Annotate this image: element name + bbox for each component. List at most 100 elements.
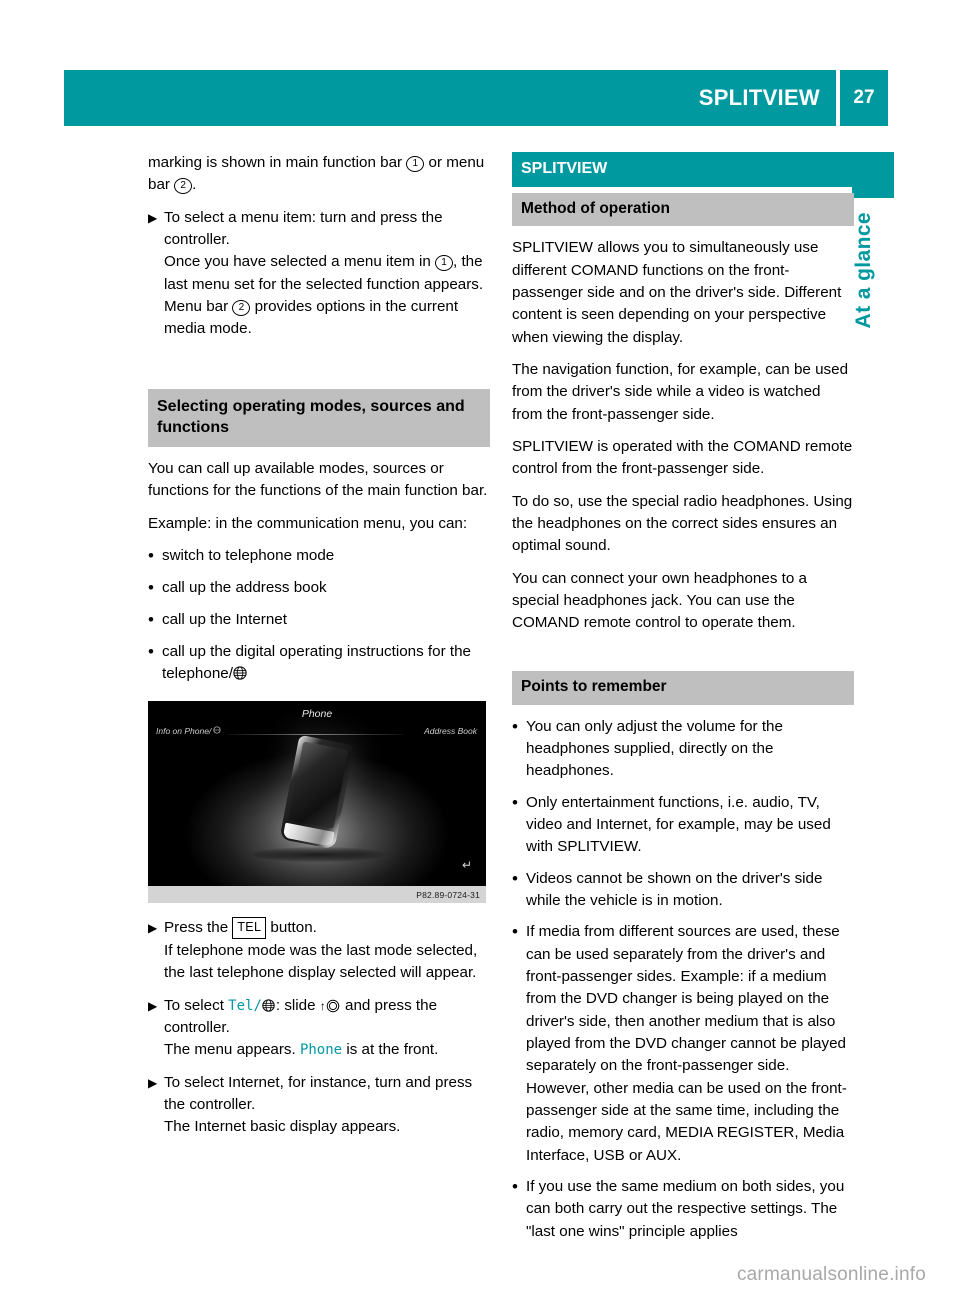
- step-item: ▶ To select a menu item: turn and press …: [148, 207, 490, 341]
- callout-marker-1: 1: [406, 156, 425, 172]
- figure-left-label: Info on Phone/: [156, 725, 221, 737]
- page-number: 27: [853, 87, 875, 108]
- figure-phone-screen: [288, 741, 349, 830]
- step-body: Press the TEL button. If telephone mode …: [164, 917, 490, 984]
- controller-ring-icon: [326, 998, 341, 1013]
- step-text-mid: : slide: [275, 996, 320, 1014]
- list-item: • If media from different sources are us…: [512, 921, 854, 1167]
- list-item: • call up the digital operating instruct…: [148, 641, 490, 686]
- step-text: Press the TEL button.: [164, 917, 490, 939]
- list-item-label: Only entertainment functions, i.e. audio…: [526, 793, 831, 856]
- left-text-column: marking is shown in main function bar 1 …: [148, 152, 490, 1149]
- list-item-label: If media from different sources are used…: [526, 923, 847, 1164]
- list-item-label: You can only adjust the volume for the h…: [526, 717, 783, 780]
- phone-menu-token: Phone: [299, 1042, 343, 1059]
- page-header: SPLITVIEW 27: [64, 70, 888, 126]
- callout-marker-1: 1: [435, 255, 453, 272]
- side-tab-label: At a glance: [852, 212, 875, 329]
- section-side-tab: At a glance: [852, 152, 894, 328]
- list-item: • Only entertainment functions, i.e. aud…: [512, 792, 854, 859]
- bullet-dot-icon: •: [148, 609, 154, 629]
- substep2-before: Menu bar: [164, 298, 233, 316]
- intro-text-before: marking is shown in main function bar: [148, 154, 407, 171]
- step-text-before: To select: [164, 996, 229, 1014]
- section-heading-selecting-modes: Selecting operating modes, sources and f…: [148, 388, 490, 447]
- section-heading-method-of-operation: Method of operation: [512, 192, 854, 227]
- figure-phone-device: [279, 735, 355, 850]
- step-subtext: If telephone mode was the last mode sele…: [164, 941, 478, 982]
- step-item: ▶ To select Tel/: slide ↑ and press the …: [148, 995, 490, 1062]
- figure-phone-display: Phone Info on Phone/ Address Book ↵ P82.…: [148, 701, 486, 904]
- step-arrow-icon: ▶: [148, 998, 158, 1013]
- globe-icon: [262, 997, 276, 1012]
- list-item-label: switch to telephone mode: [162, 546, 335, 564]
- globe-icon: [213, 725, 221, 737]
- site-watermark: carmanualsonline.info: [736, 1264, 926, 1285]
- tel-button-keycap[interactable]: TEL: [232, 917, 267, 939]
- method-paragraph: SPLITVIEW is operated with the COMAND re…: [512, 438, 853, 478]
- figure-caption-bar: P82.89-0724-31: [148, 886, 486, 904]
- substep-after: is at the front.: [342, 1041, 439, 1059]
- method-paragraph: SPLITVIEW allows you to simultaneously u…: [512, 239, 842, 346]
- bullet-dot-icon: •: [512, 922, 518, 942]
- list-item: • Videos cannot be shown on the driver's…: [512, 868, 854, 913]
- list-item: • You can only adjust the volume for the…: [512, 716, 854, 783]
- step-body: To select a menu item: turn and press th…: [164, 207, 490, 341]
- step-body: To select Tel/: slide ↑ and press the co…: [164, 995, 490, 1062]
- list-item-label: Videos cannot be shown on the driver's s…: [526, 869, 823, 909]
- figure-left-label-text: Info on Phone/: [156, 726, 212, 737]
- list-item-label: call up the digital operating instructio…: [162, 642, 471, 683]
- bullet-dot-icon: •: [512, 716, 518, 736]
- step-arrow-icon: ▶: [148, 210, 158, 225]
- step-text-before: Press the: [164, 919, 233, 937]
- bullet-dot-icon: •: [512, 1177, 518, 1197]
- bullet-dot-icon: •: [148, 641, 154, 661]
- figure-screen: Phone Info on Phone/ Address Book ↵: [148, 701, 486, 887]
- figure-phone-shadow: [252, 847, 384, 863]
- list-item-label: call up the address book: [162, 578, 327, 596]
- bullet-dot-icon: •: [512, 792, 518, 812]
- tel-menu-token: Tel/: [228, 997, 262, 1014]
- page-title: SPLITVIEW: [698, 85, 820, 110]
- section-heading-points-to-remember: Points to remember: [512, 670, 854, 705]
- step-arrow-icon: ▶: [148, 921, 158, 936]
- step-item: ▶ Press the TEL button. If telephone mod…: [148, 917, 490, 984]
- right-text-column: SPLITVIEW Method of operation SPLITVIEW …: [512, 152, 854, 1252]
- list-item: • If you use the same medium on both sid…: [512, 1176, 854, 1243]
- step-text-after: button.: [266, 919, 317, 937]
- callout-marker-2: 2: [174, 178, 193, 195]
- back-arrow-icon: ↵: [461, 857, 472, 872]
- step-subtext: The menu appears. Phone is at the front.: [164, 1039, 490, 1061]
- step-subtext: The Internet basic display appears.: [164, 1118, 401, 1136]
- substep-before: Once you have selected a menu item in: [164, 253, 435, 271]
- step-text: To select a menu item: turn and press th…: [164, 208, 443, 249]
- globe-icon: [233, 665, 247, 680]
- bullet-dot-icon: •: [512, 868, 518, 888]
- step-subtext-2: Menu bar 2 provides options in the curre…: [164, 296, 490, 341]
- intro-text-after: .: [192, 176, 197, 194]
- callout-marker-2: 2: [232, 300, 251, 317]
- list-item: • call up the address book: [148, 577, 490, 600]
- method-paragraph: You can connect your own headphones to a…: [512, 569, 807, 632]
- list-item-body: call up the digital operating instructio…: [162, 641, 490, 686]
- list-item: • switch to telephone mode: [148, 545, 490, 568]
- header-page-block: 27: [840, 70, 888, 126]
- intro-paragraph: marking is shown in main function bar 1 …: [148, 152, 490, 197]
- list-item: • call up the Internet: [148, 609, 490, 632]
- figure-divider: [226, 734, 404, 736]
- list-item-label: call up the Internet: [162, 610, 287, 628]
- header-title-block: SPLITVIEW: [64, 70, 836, 126]
- figure-screen-title: Phone: [301, 708, 333, 721]
- side-tab-color-swatch: [852, 152, 894, 198]
- body-paragraph-1: You can call up available modes, sources…: [148, 459, 488, 500]
- step-text: To select Internet, for instance, turn a…: [164, 1073, 473, 1113]
- section-heading-splitview: SPLITVIEW: [512, 152, 854, 187]
- bullet-dot-icon: •: [148, 577, 154, 597]
- step-item: ▶ To select Internet, for instance, turn…: [148, 1072, 490, 1139]
- method-paragraph: To do so, use the special radio headphon…: [512, 492, 853, 555]
- substep-before: The menu appears.: [164, 1041, 300, 1059]
- bullet-dot-icon: •: [148, 545, 154, 565]
- method-paragraph: The navigation function, for example, ca…: [512, 361, 849, 423]
